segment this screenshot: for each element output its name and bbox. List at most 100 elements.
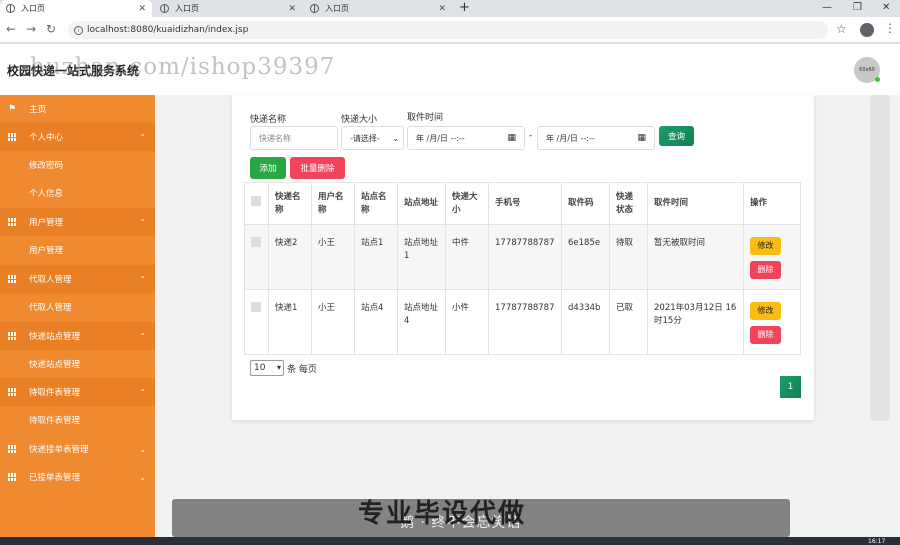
cell-phone: 17787788787 bbox=[488, 224, 562, 290]
cell-actions: 修改 删除 bbox=[743, 224, 801, 290]
watermark: huzhan.com/ishop39397 bbox=[30, 54, 336, 80]
column-header: 站点名称 bbox=[354, 182, 398, 225]
cell-status: 已取 bbox=[609, 289, 648, 355]
info-icon[interactable]: i bbox=[74, 25, 83, 35]
close-window-button[interactable]: ✕ bbox=[882, 0, 890, 17]
sidebar-item-personal-info[interactable]: 个人信息 bbox=[0, 179, 155, 207]
row-checkbox[interactable] bbox=[251, 302, 261, 312]
row-checkbox[interactable] bbox=[251, 237, 261, 247]
browser-tab-2[interactable]: 入口页 ✕ bbox=[154, 0, 302, 17]
grid-icon bbox=[8, 332, 16, 340]
sidebar-item-label: 代取人管理 bbox=[29, 275, 72, 285]
chevron-up-icon: ⌃ bbox=[139, 132, 146, 142]
select-all-cell bbox=[244, 182, 269, 225]
grid-icon bbox=[8, 275, 16, 283]
cell-station: 站点1 bbox=[354, 224, 398, 290]
chevron-down-icon: ⌄ bbox=[392, 133, 399, 143]
add-button[interactable]: 添加 bbox=[250, 157, 286, 179]
sidebar-item-user-management[interactable]: 用户管理 bbox=[0, 236, 155, 264]
url-text: localhost:8080/kuaidizhan/index.jsp bbox=[87, 25, 249, 35]
cell-size: 小件 bbox=[445, 289, 489, 355]
sidebar-group-order-taking[interactable]: 快递接单表管理 ⌄ bbox=[0, 435, 155, 463]
flag-icon: ⚑ bbox=[8, 104, 17, 114]
cell-actions: 修改 删除 bbox=[743, 289, 801, 355]
date-text: 年 /月/日 --:-- bbox=[416, 133, 465, 143]
chevron-down-icon: ⌄ bbox=[139, 472, 146, 482]
os-taskbar bbox=[0, 537, 900, 545]
cell-status: 待取 bbox=[609, 224, 648, 290]
tab-label: 入口页 bbox=[21, 4, 45, 13]
date-from-input[interactable]: 年 /月/日 --:-- ▦ bbox=[407, 126, 525, 150]
row-checkbox-cell bbox=[244, 224, 269, 290]
close-tab-icon[interactable]: ✕ bbox=[288, 4, 296, 14]
sidebar-group-user-management[interactable]: 用户管理 ⌃ bbox=[0, 208, 155, 236]
sidebar-item-station-management[interactable]: 快递站点管理 bbox=[0, 350, 155, 378]
sidebar-item-courier-management[interactable]: 代取人管理 bbox=[0, 293, 155, 321]
chevron-up-icon: ⌃ bbox=[139, 217, 146, 227]
search-size-select[interactable]: -请选择- ⌄ bbox=[341, 126, 404, 150]
profile-icon[interactable] bbox=[860, 23, 874, 37]
date-to-input[interactable]: 年 /月/日 --:-- ▦ bbox=[537, 126, 655, 150]
column-header: 手机号 bbox=[488, 182, 562, 225]
address-bar[interactable]: i localhost:8080/kuaidizhan/index.jsp bbox=[68, 21, 828, 39]
sidebar-group-station-management[interactable]: 快递站点管理 ⌃ bbox=[0, 322, 155, 350]
delete-button[interactable]: 删除 bbox=[750, 261, 781, 279]
query-button[interactable]: 查询 bbox=[659, 126, 694, 146]
cell-code: 6e185e bbox=[561, 224, 610, 290]
cell-phone: 17787788787 bbox=[488, 289, 562, 355]
sidebar-item-home[interactable]: ⚑ 主页 bbox=[0, 95, 155, 123]
scrollbar[interactable] bbox=[870, 95, 890, 421]
chevron-up-icon: ⌃ bbox=[139, 274, 146, 284]
cell-time: 2021年03月12日 16时15分 bbox=[647, 289, 744, 355]
edit-button[interactable]: 修改 bbox=[750, 237, 781, 255]
bookmark-star-icon[interactable]: ☆ bbox=[836, 22, 847, 36]
select-value: -请选择- bbox=[350, 133, 380, 143]
sidebar-item-change-password[interactable]: 修改密码 bbox=[0, 151, 155, 179]
edit-button[interactable]: 修改 bbox=[750, 302, 781, 320]
new-tab-button[interactable]: + bbox=[459, 0, 470, 16]
forward-arrow-icon[interactable]: → bbox=[26, 22, 36, 36]
minimize-button[interactable]: — bbox=[822, 0, 832, 17]
browser-tab-1[interactable]: 入口页 ✕ bbox=[0, 0, 152, 17]
close-tab-icon[interactable]: ✕ bbox=[438, 4, 446, 14]
sidebar-item-label: 主页 bbox=[29, 105, 47, 115]
page-1-button[interactable]: 1 bbox=[780, 376, 801, 398]
select-all-checkbox[interactable] bbox=[251, 196, 261, 206]
delete-button[interactable]: 删除 bbox=[750, 326, 781, 344]
browser-toolbar: ← → ↻ i localhost:8080/kuaidizhan/index.… bbox=[0, 17, 900, 43]
sidebar-group-courier-management[interactable]: 代取人管理 ⌃ bbox=[0, 265, 155, 293]
sidebar: ⚑ 主页 个人中心 ⌃ 修改密码 个人信息 用户管理 ⌃ 用户管理 代取人管理 … bbox=[0, 95, 155, 545]
sidebar-group-pending-pickup[interactable]: 待取件表管理 ⌃ bbox=[0, 378, 155, 406]
cell-user: 小王 bbox=[311, 289, 355, 355]
sidebar-group-accepted-orders[interactable]: 已接单表管理 ⌄ bbox=[0, 463, 155, 491]
maximize-button[interactable]: ❐ bbox=[853, 0, 862, 17]
cell-address: 站点地址4 bbox=[397, 289, 446, 355]
menu-kebab-icon[interactable]: ⋮ bbox=[884, 21, 896, 35]
sidebar-item-label: 已接单表管理 bbox=[29, 473, 81, 483]
cell-address: 站点地址1 bbox=[397, 224, 446, 290]
sidebar-item-label: 用户管理 bbox=[29, 218, 64, 228]
calendar-icon[interactable]: ▦ bbox=[637, 133, 646, 143]
tab-label: 入口页 bbox=[175, 4, 199, 13]
row-checkbox-cell bbox=[244, 289, 269, 355]
page-size-select[interactable]: 10 bbox=[250, 360, 284, 376]
batch-delete-button[interactable]: 批量删除 bbox=[290, 157, 345, 179]
search-time-label: 取件时间 bbox=[407, 113, 444, 123]
sidebar-group-personal-center[interactable]: 个人中心 ⌃ bbox=[0, 123, 155, 151]
column-header: 快递状态 bbox=[609, 182, 648, 225]
column-header: 取件时间 bbox=[647, 182, 744, 225]
caption-big: 专业毕设代做 bbox=[358, 499, 527, 529]
sidebar-item-label: 快递接单表管理 bbox=[29, 445, 89, 455]
grid-icon bbox=[8, 133, 16, 141]
calendar-icon[interactable]: ▦ bbox=[507, 133, 516, 143]
cell-code: d4334b bbox=[561, 289, 610, 355]
reload-icon[interactable]: ↻ bbox=[46, 22, 56, 36]
page-size-suffix: 条 每页 bbox=[287, 365, 317, 375]
browser-tab-3[interactable]: 入口页 ✕ bbox=[304, 0, 452, 17]
sidebar-item-label: 个人中心 bbox=[29, 133, 64, 143]
search-name-input[interactable]: 快递名称 bbox=[250, 126, 338, 150]
sidebar-item-pending-pickup[interactable]: 待取件表管理 bbox=[0, 406, 155, 434]
close-tab-icon[interactable]: ✕ bbox=[138, 4, 146, 14]
globe-icon bbox=[160, 4, 169, 13]
back-arrow-icon[interactable]: ← bbox=[6, 22, 16, 36]
